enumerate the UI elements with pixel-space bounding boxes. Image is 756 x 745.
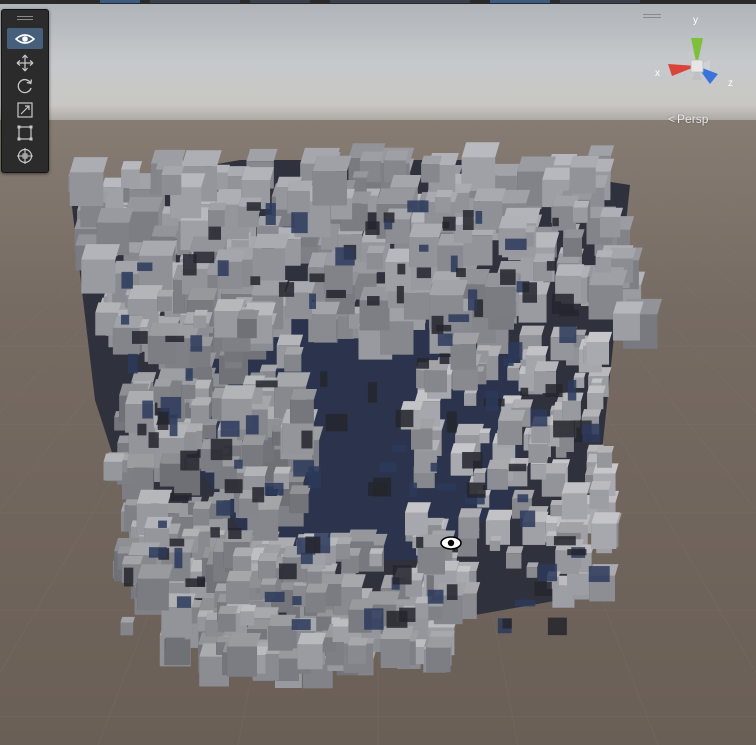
gizmo-x-label: x (655, 68, 660, 79)
gizmo-z-label: z (728, 78, 733, 89)
move-arrows-icon (16, 54, 34, 71)
eye-cursor-icon (440, 536, 462, 550)
rotate-tool-button[interactable] (7, 75, 43, 96)
view-tool-button[interactable] (7, 28, 43, 49)
scale-tool-button[interactable] (7, 99, 43, 120)
rect-transform-icon (17, 125, 33, 140)
rotate-icon (17, 78, 33, 93)
chevron-left-icon: < (668, 112, 676, 126)
projection-label: Persp (677, 112, 709, 126)
rect-tool-button[interactable] (7, 122, 43, 143)
transform-icon (17, 147, 33, 164)
projection-toggle[interactable]: < Persp (668, 112, 708, 126)
panel-grip-handle[interactable] (17, 16, 33, 17)
toolbar-strip (0, 0, 756, 4)
transform-tool-button[interactable] (7, 145, 43, 166)
gizmo-y-label: y (693, 15, 698, 26)
eye-icon (15, 33, 35, 44)
tool-panel (1, 9, 49, 173)
scale-icon (17, 101, 33, 118)
move-tool-button[interactable] (7, 52, 43, 73)
